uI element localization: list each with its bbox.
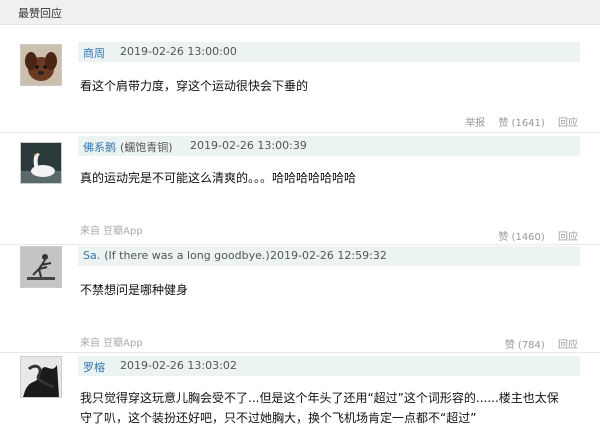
comment-actions: 赞 (784) 回应 xyxy=(495,336,578,351)
comment-actions: 举报 赞 (1641) 回应 xyxy=(455,114,578,129)
username-link[interactable]: Sa. (If there was a long goodbye.) xyxy=(83,249,270,262)
comment-item: Sa. (If there was a long goodbye.) 2019-0… xyxy=(0,246,600,356)
reply-button[interactable]: 回应 xyxy=(558,232,578,243)
divider xyxy=(0,132,600,133)
avatar[interactable] xyxy=(20,142,62,184)
comment-meta: 佛系鹅 (蠕饱青铜) 2019-02-26 13:00:39 xyxy=(78,136,580,156)
username-link[interactable]: 商周 xyxy=(83,45,105,61)
comment-text: 不禁想问是哪种健身 xyxy=(80,283,189,297)
timestamp: 2019-02-26 13:00:39 xyxy=(190,139,307,152)
goose-avatar-icon xyxy=(21,143,61,183)
comment-text: 我只觉得穿这玩意儿胸会受不了...但是这个年头了还用“超过”这个词形容的....… xyxy=(80,388,590,428)
avatar[interactable] xyxy=(20,356,62,398)
like-button[interactable]: 赞 (784) xyxy=(505,340,545,351)
comment-footer: 来自 豆瓣App 赞 (784) 回应 xyxy=(0,334,600,351)
comment-item: 商周 2019-02-26 13:00:00 看这个肩带力度，穿这个运动很快会下… xyxy=(0,40,600,132)
section-header: 最赞回应 xyxy=(0,0,600,25)
timestamp: 2019-02-26 13:03:02 xyxy=(120,359,237,372)
user-signature: (If there was a long goodbye.) xyxy=(104,249,270,262)
section-title: 最赞回应 xyxy=(18,7,62,20)
comment-text-line: 我只觉得穿这玩意儿胸会受不了...但是这个年头了还用“超过”这个词形容的....… xyxy=(80,391,559,405)
figure-avatar-icon xyxy=(21,247,61,287)
comment-meta: Sa. (If there was a long goodbye.) 2019-0… xyxy=(78,246,580,266)
post-source: 来自 豆瓣App xyxy=(80,338,143,349)
comment-meta: 商周 2019-02-26 13:00:00 xyxy=(78,42,580,62)
like-button[interactable]: 赞 (1641) xyxy=(498,118,544,129)
reply-button[interactable]: 回应 xyxy=(558,340,578,351)
divider xyxy=(0,352,600,353)
username-link[interactable]: 佛系鹅 (蠕饱青铜) xyxy=(83,139,173,155)
comment-footer: 来自 豆瓣App 赞 (1460) 回应 xyxy=(0,222,600,243)
puppy-avatar-icon xyxy=(21,45,61,85)
username-link[interactable]: 罗榕 xyxy=(83,359,105,375)
comment-meta: 罗榕 2019-02-26 13:03:02 xyxy=(78,356,580,376)
comment-text: 真的运动完是不可能这么清爽的。。。哈哈哈哈哈哈哈 xyxy=(80,171,357,185)
username-text: Sa. xyxy=(83,249,101,262)
divider xyxy=(0,244,600,245)
timestamp: 2019-02-26 13:00:00 xyxy=(120,45,237,58)
avatar[interactable] xyxy=(20,44,62,86)
username-text: 佛系鹅 xyxy=(83,141,116,154)
post-source: 来自 豆瓣App xyxy=(80,226,143,237)
avatar[interactable] xyxy=(20,246,62,288)
comment-actions: 赞 (1460) 回应 xyxy=(488,228,578,243)
comment-text: 看这个肩带力度，穿这个运动很快会下垂的 xyxy=(80,79,309,93)
comment-item: 佛系鹅 (蠕饱青铜) 2019-02-26 13:00:39 真的运动完是不可能这… xyxy=(0,134,600,244)
comment-item: 罗榕 2019-02-26 13:03:02 我只觉得穿这玩意儿胸会受不了...… xyxy=(0,354,600,440)
comment-footer: 举报 赞 (1641) 回应 xyxy=(0,114,600,130)
comment-text-line: 守了叭，这个装扮还好吧，只不过她胸大，换个飞机场肯定一点都不“超过” xyxy=(80,411,477,425)
timestamp: 2019-02-26 12:59:32 xyxy=(270,249,387,262)
like-button[interactable]: 赞 (1460) xyxy=(498,232,544,243)
ink-avatar-icon xyxy=(21,357,61,397)
user-signature: (蠕饱青铜) xyxy=(120,141,173,154)
reply-button[interactable]: 回应 xyxy=(558,118,578,129)
report-button[interactable]: 举报 xyxy=(465,118,485,129)
